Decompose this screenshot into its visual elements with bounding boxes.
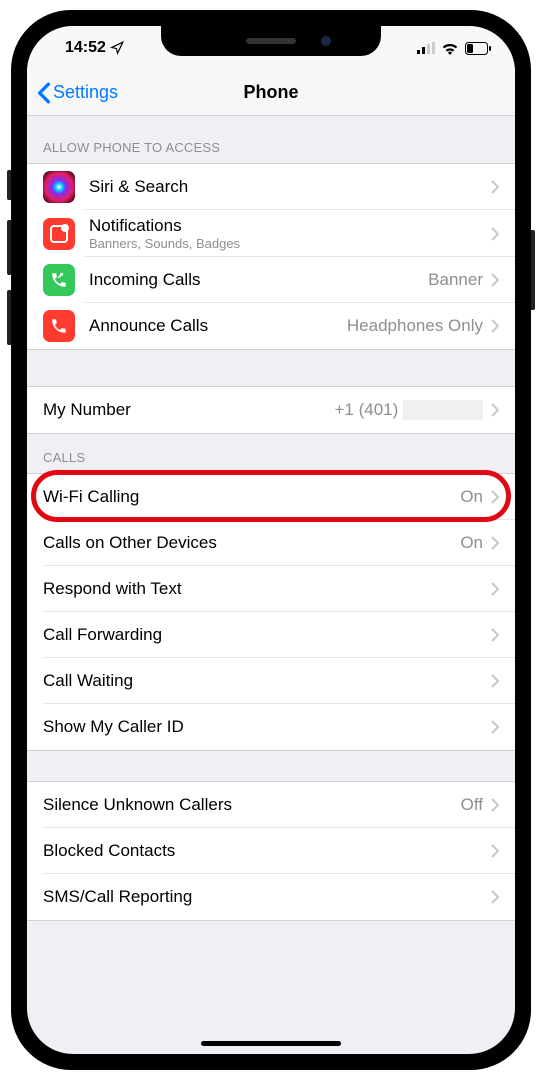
wifi-calling-label: Wi-Fi Calling	[43, 487, 460, 507]
chevron-right-icon	[491, 582, 499, 596]
back-label: Settings	[53, 82, 118, 103]
silence-unknown-row[interactable]: Silence Unknown Callers Off	[27, 782, 515, 828]
call-forwarding-row[interactable]: Call Forwarding	[27, 612, 515, 658]
wifi-calling-row[interactable]: Wi-Fi Calling On	[27, 474, 515, 520]
volume-up-button	[7, 220, 11, 275]
chevron-right-icon	[491, 720, 499, 734]
chevron-right-icon	[491, 403, 499, 417]
chevron-right-icon	[491, 227, 499, 241]
calls-other-devices-value: On	[460, 533, 483, 553]
chevron-left-icon	[37, 82, 51, 104]
notifications-row[interactable]: Notifications Banners, Sounds, Badges	[27, 210, 515, 257]
access-group: Siri & Search Notifications Banners, Sou…	[27, 163, 515, 350]
announce-calls-label: Announce Calls	[89, 316, 347, 336]
show-caller-id-row[interactable]: Show My Caller ID	[27, 704, 515, 750]
call-waiting-row[interactable]: Call Waiting	[27, 658, 515, 704]
settings-content: ALLOW PHONE TO ACCESS Siri & Search Noti…	[27, 116, 515, 921]
sms-call-reporting-row[interactable]: SMS/Call Reporting	[27, 874, 515, 920]
chevron-right-icon	[491, 273, 499, 287]
respond-with-text-label: Respond with Text	[43, 579, 491, 599]
volume-down-button	[7, 290, 11, 345]
chevron-right-icon	[491, 674, 499, 688]
redacted-number	[403, 400, 483, 420]
phone-frame: 14:52 Settings Phone ALLOW PHONE TO ACCE…	[11, 10, 531, 1070]
my-number-group: My Number +1 (401)	[27, 386, 515, 434]
location-icon	[110, 41, 124, 55]
blocked-contacts-label: Blocked Contacts	[43, 841, 491, 861]
nav-title: Phone	[243, 82, 298, 103]
screen: 14:52 Settings Phone ALLOW PHONE TO ACCE…	[27, 26, 515, 1054]
chevron-right-icon	[491, 490, 499, 504]
incoming-calls-label: Incoming Calls	[89, 270, 428, 290]
wifi-icon	[441, 42, 459, 55]
chevron-right-icon	[491, 844, 499, 858]
chevron-right-icon	[491, 180, 499, 194]
other-group: Silence Unknown Callers Off Blocked Cont…	[27, 781, 515, 921]
status-time: 14:52	[65, 39, 106, 57]
my-number-value: +1 (401)	[334, 400, 483, 421]
announce-calls-row[interactable]: Announce Calls Headphones Only	[27, 303, 515, 349]
incoming-calls-row[interactable]: Incoming Calls Banner	[27, 257, 515, 303]
chevron-right-icon	[491, 628, 499, 642]
announce-calls-value: Headphones Only	[347, 316, 483, 336]
sms-call-reporting-label: SMS/Call Reporting	[43, 887, 491, 907]
call-waiting-label: Call Waiting	[43, 671, 491, 691]
notifications-label: Notifications	[89, 216, 491, 236]
chevron-right-icon	[491, 536, 499, 550]
cellular-signal-icon	[417, 42, 435, 54]
chevron-right-icon	[491, 319, 499, 333]
chevron-right-icon	[491, 890, 499, 904]
chevron-right-icon	[491, 798, 499, 812]
respond-with-text-row[interactable]: Respond with Text	[27, 566, 515, 612]
silence-unknown-label: Silence Unknown Callers	[43, 795, 461, 815]
mute-switch	[7, 170, 11, 200]
front-camera	[321, 36, 331, 46]
notifications-sublabel: Banners, Sounds, Badges	[89, 236, 491, 251]
siri-search-row[interactable]: Siri & Search	[27, 164, 515, 210]
incoming-calls-value: Banner	[428, 270, 483, 290]
wifi-calling-value: On	[460, 487, 483, 507]
notch	[161, 26, 381, 56]
section-header-calls: CALLS	[27, 434, 515, 473]
my-number-row[interactable]: My Number +1 (401)	[27, 387, 515, 433]
call-forwarding-label: Call Forwarding	[43, 625, 491, 645]
calls-other-devices-row[interactable]: Calls on Other Devices On	[27, 520, 515, 566]
siri-icon	[43, 171, 75, 203]
incoming-calls-icon	[43, 264, 75, 296]
home-indicator[interactable]	[201, 1041, 341, 1046]
calls-group: Wi-Fi Calling On Calls on Other Devices …	[27, 473, 515, 751]
blocked-contacts-row[interactable]: Blocked Contacts	[27, 828, 515, 874]
power-button	[531, 230, 535, 310]
calls-other-devices-label: Calls on Other Devices	[43, 533, 460, 553]
my-number-label: My Number	[43, 400, 334, 420]
back-button[interactable]: Settings	[37, 82, 118, 104]
battery-icon	[465, 42, 491, 55]
speaker-grille	[246, 38, 296, 44]
announce-calls-icon	[43, 310, 75, 342]
silence-unknown-value: Off	[461, 795, 483, 815]
show-caller-id-label: Show My Caller ID	[43, 717, 491, 737]
siri-label: Siri & Search	[89, 177, 491, 197]
section-header-access: ALLOW PHONE TO ACCESS	[27, 116, 515, 163]
notifications-icon	[43, 218, 75, 250]
nav-header: Settings Phone	[27, 70, 515, 116]
